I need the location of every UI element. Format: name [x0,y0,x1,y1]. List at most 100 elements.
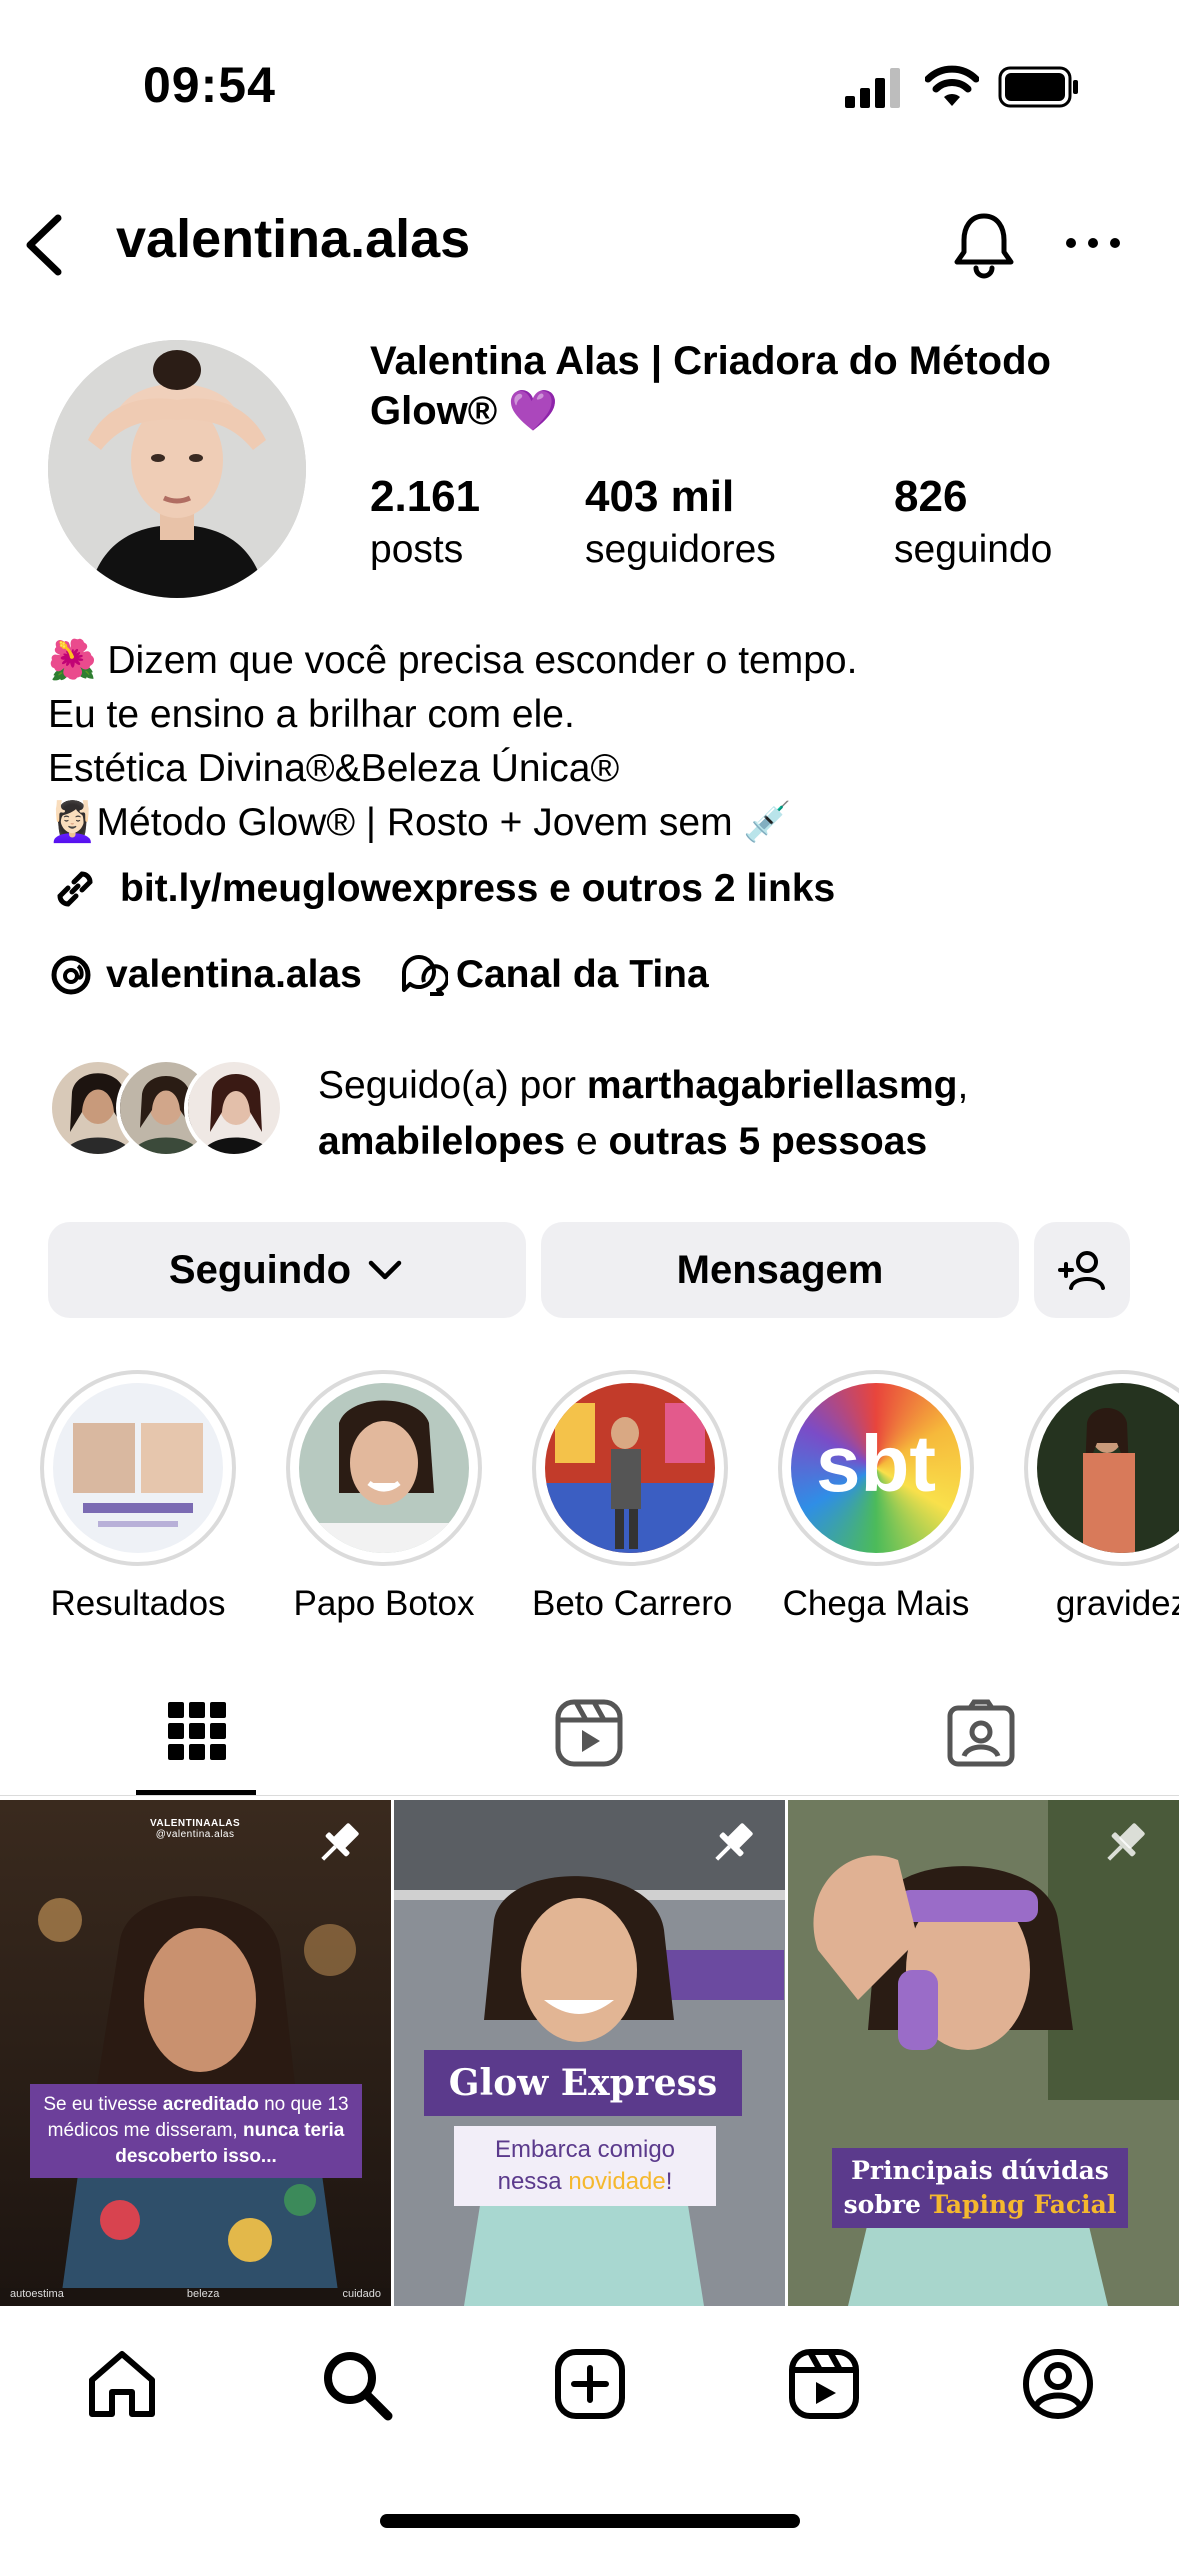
bio-line: 💆🏻‍♀️Método Glow® | Rosto + Jovem sem 💉 [48,801,792,844]
profile-full-name: Valentina Alas | Criadora do Método Glow… [370,339,1051,433]
stat-following-label: seguindo [894,528,1053,571]
stat-posts[interactable]: 2.161 posts [370,470,480,576]
chevron-down-icon [368,1260,402,1280]
post-title-line: Principais dúvidas [851,2156,1109,2185]
reels-tab-icon[interactable] [554,1698,624,1768]
highlight-ring [286,1370,482,1566]
reels-icon[interactable] [786,2346,862,2422]
profile-avatar[interactable] [48,340,306,598]
post-subtitle-end: ! [665,2168,673,2195]
highlight-label: gravidez [1055,1584,1179,1623]
profile-username: valentina.alas [116,209,471,269]
post-subtitle-highlight: novidade [568,2168,666,2195]
notification-bell-icon[interactable] [948,208,1020,280]
post-subtitle-line: nessa [497,2168,569,2195]
more-options-icon[interactable] [1064,222,1122,264]
grid-tab-icon[interactable] [168,1698,226,1766]
followed-by-prefix: Seguido(a) por [318,1064,587,1107]
highlight-papo-botox[interactable]: Papo Botox [286,1370,482,1624]
channel-icon [401,955,448,996]
post-tag: cuidado [342,2288,381,2300]
bio-line: Eu te ensino a brilhar com ele. [48,693,575,736]
cellular-signal-icon [845,68,900,108]
post-caption-overlay: Se eu tivesse acreditado no que 13 médic… [30,2084,362,2178]
highlight-cover [53,1383,223,1553]
highlight-beto-carrero[interactable]: Beto Carrero [532,1370,733,1624]
profile-extra-links: valentina.alas Canal da Tina [48,952,709,998]
followed-by-comma: , [957,1064,969,1107]
bio-link[interactable]: bit.ly/meuglowexpress e outros 2 links [48,862,835,916]
followed-by-text[interactable]: Seguido(a) por marthagabriellasmg, amabi… [318,1058,1138,1170]
channel-label[interactable]: Canal da Tina [456,953,709,997]
highlight-ring: sbt [778,1370,974,1566]
tagged-tab-icon[interactable] [946,1698,1016,1768]
home-indicator [380,2514,800,2528]
stat-posts-value: 2.161 [370,472,481,521]
highlight-cover: sbt [791,1383,961,1553]
post-subtitle-overlay: Embarca comigo nessa novidade! [454,2126,716,2206]
highlight-label: Chega Mais [782,1584,970,1623]
status-time: 09:54 [143,57,276,113]
message-button-label: Mensagem [676,1247,884,1292]
post-tag: beleza [186,2288,220,2300]
bio-line: 🌺 Dizem que você precisa esconder o temp… [48,639,858,682]
post-title-overlay: Principais dúvidas sobre Taping Facial [832,2148,1128,2228]
create-post-icon[interactable] [552,2346,628,2422]
following-button[interactable]: Seguindo [48,1222,526,1318]
avatar-image [48,340,306,598]
post-title-line: sobre [843,2190,930,2219]
post-brand-name: VALENTINAALAS [150,1818,241,1829]
pin-icon [321,1823,359,1861]
profile-bio: 🌺 Dizem que você precisa esconder o temp… [48,634,1128,850]
home-icon[interactable] [84,2346,160,2422]
search-icon[interactable] [318,2346,394,2422]
post-tag: autoestima [10,2288,64,2300]
highlight-resultados[interactable]: Resultados [40,1370,236,1624]
threads-icon [51,955,91,995]
highlight-label: Resultados [50,1584,226,1623]
following-button-label: Seguindo [168,1247,352,1292]
threads-handle[interactable]: valentina.alas [106,953,362,997]
follower-avatar [184,1058,284,1158]
battery-icon [998,66,1078,108]
stat-posts-label: posts [370,528,464,571]
stat-followers[interactable]: 403 mil seguidores [585,470,776,576]
post-tile[interactable]: VALENTINAALAS @valentina.alas Se eu tive… [0,1800,391,2306]
post-subtitle-line: Embarca comigo [494,2136,676,2163]
followed-by-others: outras 5 pessoas [608,1120,928,1163]
sbt-logo-text: sbt [816,1419,936,1508]
post-image [0,1800,391,2306]
caption-part: Se eu tivesse [43,2094,163,2115]
highlight-label: Papo Botox [293,1584,475,1623]
post-brand: VALENTINAALAS @valentina.alas [150,1818,240,1840]
pin-icon [715,1823,753,1861]
caption-part: acreditado [162,2094,259,2115]
highlight-chega-mais[interactable]: sbt Chega Mais [778,1370,974,1624]
highlight-ring [532,1370,728,1566]
highlight-gravidez[interactable]: gravidez [1024,1370,1179,1624]
highlight-cover [299,1383,469,1553]
followed-by-avatars[interactable] [48,1058,284,1158]
highlight-cover [545,1383,715,1553]
add-person-icon [1058,1251,1105,1290]
post-tile[interactable]: Principais dúvidas sobre Taping Facial [788,1800,1179,2306]
post-title-overlay: Glow Express [424,2050,742,2116]
stat-followers-value: 403 mil [585,472,735,521]
wifi-icon [925,65,979,106]
back-arrow-icon[interactable] [20,210,70,280]
suggested-people-button[interactable] [1034,1222,1130,1318]
link-icon [57,871,93,907]
highlight-cover [1037,1383,1179,1553]
highlight-ring [40,1370,236,1566]
post-tile[interactable]: Glow Express Embarca comigo nessa novida… [394,1800,785,2306]
bio-link-text: bit.ly/meuglowexpress e outros 2 links [120,867,836,910]
tab-divider [0,1795,1179,1796]
followed-by-user: amabilelopes [318,1120,566,1163]
message-button[interactable]: Mensagem [541,1222,1019,1318]
pin-icon [1107,1823,1145,1861]
stat-followers-label: seguidores [585,528,776,571]
profile-icon[interactable] [1020,2346,1096,2422]
highlight-ring [1024,1370,1179,1566]
highlight-label: Beto Carrero [532,1584,733,1623]
stat-following[interactable]: 826 seguindo [894,470,1052,576]
